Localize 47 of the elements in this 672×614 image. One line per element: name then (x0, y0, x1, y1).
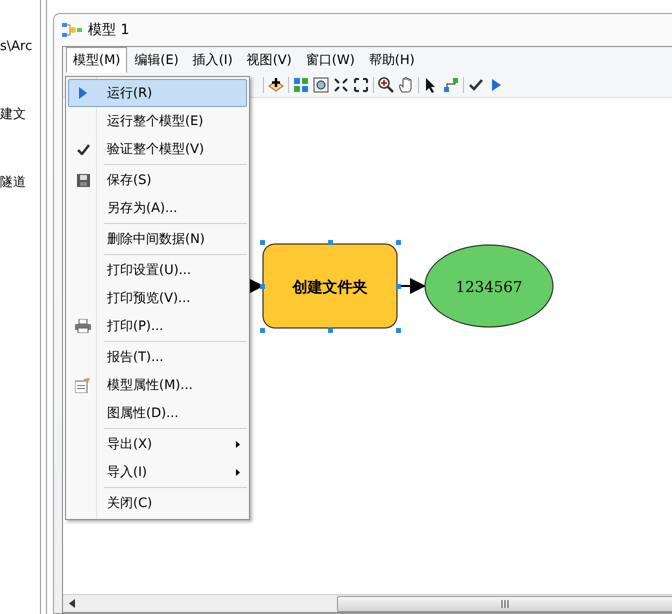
menu-bar-item[interactable]: 模型(M) (66, 47, 128, 73)
menu-item[interactable]: 打印预览(V)... (68, 284, 247, 312)
node-label: 1234567 (456, 278, 522, 296)
menu-item[interactable]: 删除中间数据(N) (68, 225, 247, 253)
scrollbar-thumb[interactable] (337, 596, 672, 612)
menu-item[interactable]: 另存为(A)... (68, 194, 247, 222)
menu-bar-item[interactable]: 插入(I) (186, 47, 240, 73)
menu-bar-item[interactable]: 帮助(H) (362, 47, 422, 73)
zoom-icon[interactable] (378, 77, 394, 93)
menu-item[interactable]: 打印设置(U)... (68, 256, 247, 284)
properties-icon (75, 378, 91, 392)
shrink-icon[interactable] (333, 77, 349, 93)
menu-bar-item[interactable]: 视图(V) (240, 47, 299, 73)
hand-icon[interactable] (398, 77, 414, 93)
grip-icon (501, 600, 509, 608)
menu-item[interactable]: 运行整个模型(E) (68, 107, 247, 135)
menu-item[interactable]: 打印(P)... (68, 312, 247, 340)
check-icon (76, 144, 90, 154)
node-label: 创建文件夹 (292, 278, 368, 296)
connector-arrow[interactable] (398, 278, 426, 294)
full-extent-icon[interactable] (313, 77, 329, 93)
menu-item[interactable]: 图属性(D)... (68, 399, 247, 427)
path-text: 隧道 (0, 174, 27, 192)
grid-icon[interactable] (293, 77, 309, 93)
path-text: s\Arc (0, 38, 34, 56)
connect-icon[interactable] (443, 77, 459, 93)
expand-icon[interactable] (353, 77, 369, 93)
play-icon (78, 87, 88, 99)
scroll-left-icon[interactable] (69, 599, 75, 608)
save-icon (76, 174, 90, 186)
menu-item[interactable]: 验证整个模型(V) (68, 135, 247, 163)
menu-item[interactable]: 关闭(C) (68, 489, 247, 517)
printer-icon (75, 319, 91, 333)
add-data-icon[interactable] (268, 77, 284, 93)
menu-bar-item[interactable]: 编辑(E) (127, 47, 186, 73)
menu-item[interactable]: 导入(I) (68, 458, 247, 486)
menu-item[interactable]: 导出(X) (68, 430, 247, 458)
check-icon[interactable] (468, 77, 484, 93)
window-title: 模型 1 (88, 21, 130, 39)
menu-item[interactable]: 模型属性(M)... (68, 371, 247, 399)
menu-item[interactable]: 保存(S) (68, 166, 247, 194)
data-node[interactable] (424, 244, 554, 328)
path-text: 建文 (0, 106, 27, 124)
menu-item[interactable]: 运行(R) (68, 79, 247, 107)
menu-bar-item[interactable]: 窗口(W) (298, 47, 362, 73)
menu-item[interactable]: 报告(T)... (68, 343, 247, 371)
model-icon (62, 22, 82, 38)
